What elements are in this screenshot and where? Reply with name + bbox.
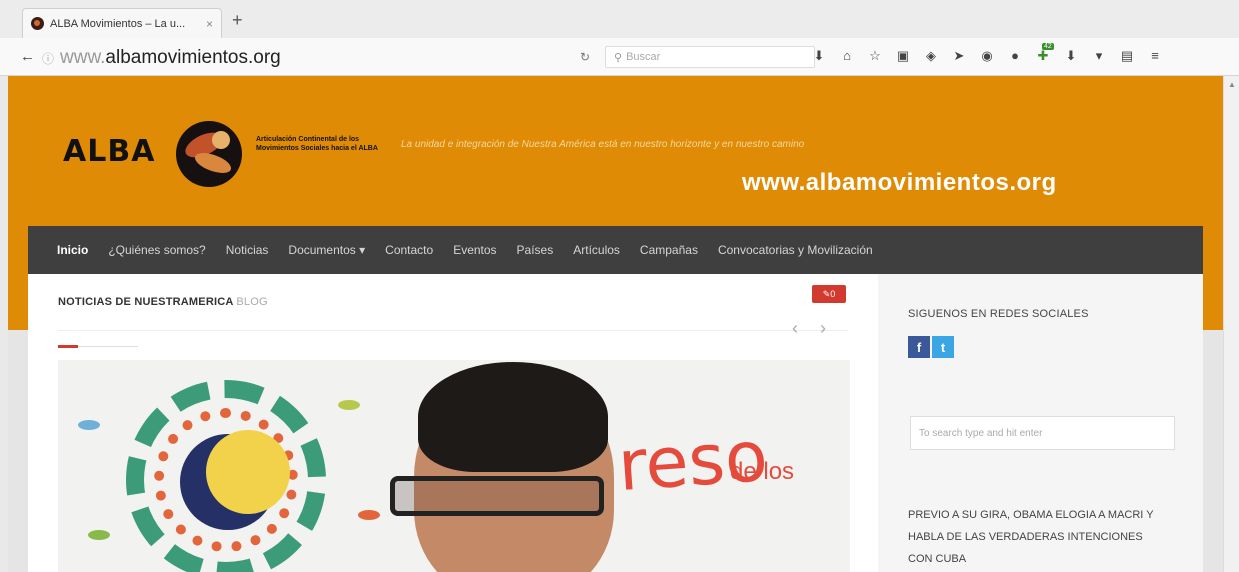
- download-icon[interactable]: ⬇: [812, 48, 826, 64]
- reload-icon[interactable]: ↻: [580, 50, 590, 64]
- main-content: NOTICIAS DE NUESTRAMERICA BLOG ‹ › reso: [28, 274, 878, 572]
- close-icon[interactable]: ×: [206, 17, 213, 31]
- sidebar-search-input[interactable]: To search type and hit enter: [910, 416, 1175, 450]
- sidebar-post-link[interactable]: PREVIO A SU GIRA, OBAMA ELOGIA A MACRI Y…: [908, 504, 1158, 570]
- comment-count: 0: [830, 289, 836, 299]
- leaf-graphic: [78, 420, 100, 430]
- title-accent-line: [78, 346, 138, 347]
- home-icon[interactable]: ⌂: [840, 48, 854, 64]
- scrollbar[interactable]: ▲: [1223, 76, 1239, 572]
- divider: [58, 330, 848, 331]
- tab-title: ALBA Movimientos – La u...: [50, 17, 186, 30]
- leaf-graphic: [338, 400, 360, 410]
- sun-graphic: [206, 430, 290, 514]
- section-title-suffix: BLOG: [236, 296, 268, 308]
- social-links: f t: [908, 336, 954, 358]
- menu-item-paises[interactable]: Países: [517, 243, 554, 257]
- hamburger-icon[interactable]: ≡: [1148, 48, 1162, 64]
- twitter-icon[interactable]: t: [932, 336, 954, 358]
- menu-item-documentos[interactable]: Documentos ▾: [288, 243, 365, 257]
- main-menu: Inicio ¿Quiénes somos? Noticias Document…: [28, 226, 1203, 274]
- leaf-graphic: [358, 510, 380, 520]
- url-domain: albamovimientos.org: [105, 47, 281, 68]
- reader-icon[interactable]: ▤: [1120, 48, 1134, 64]
- addon-badge: 42: [1042, 43, 1054, 50]
- ghostery-icon[interactable]: ◉: [980, 48, 994, 64]
- menu-item-inicio[interactable]: Inicio: [57, 243, 88, 257]
- person-glasses: [390, 476, 604, 516]
- url-bar[interactable]: ⓘ www. albamovimientos.org: [42, 46, 602, 70]
- toolbar-icons: ⬇ ⌂ ☆ ▣ ◈ ➤ ◉ ● ✚ 42 ⬇ ▾ ▤ ≡: [812, 43, 1162, 64]
- section-title-main: NOTICIAS DE NUESTRAMERICA: [58, 296, 234, 308]
- next-arrow-icon[interactable]: ›: [820, 318, 826, 339]
- follow-title: SIGUENOS EN REDES SOCIALES: [908, 308, 1089, 320]
- menu-item-convocatorias[interactable]: Convocatorias y Movilización: [718, 243, 873, 257]
- person-hair: [418, 362, 608, 472]
- search-icon: ⚲: [614, 51, 623, 64]
- scroll-up-icon[interactable]: ▲: [1228, 80, 1236, 89]
- section-title: NOTICIAS DE NUESTRAMERICA BLOG: [58, 296, 268, 308]
- sidebar: SIGUENOS EN REDES SOCIALES f t To search…: [878, 274, 1203, 572]
- send-icon[interactable]: ➤: [952, 48, 966, 64]
- back-button[interactable]: ←: [20, 48, 35, 65]
- menu-item-noticias[interactable]: Noticias: [226, 243, 269, 257]
- favicon-icon: [31, 17, 44, 30]
- leaf-graphic: [88, 530, 110, 540]
- banner-small-text: de los: [730, 458, 795, 485]
- clipboard-icon[interactable]: ▣: [896, 48, 910, 64]
- nav-bar: ← ⓘ www. albamovimientos.org ↻ ⚲ Buscar …: [0, 38, 1239, 76]
- url-prefix: www.: [60, 47, 106, 68]
- menu-item-contacto[interactable]: Contacto: [385, 243, 433, 257]
- search-input[interactable]: ⚲ Buscar: [605, 46, 815, 68]
- new-tab-button[interactable]: +: [232, 10, 243, 31]
- page-viewport: ALBA Articulación Continental de los Mov…: [8, 76, 1223, 572]
- search-placeholder: Buscar: [626, 51, 661, 63]
- menu-dropdown-icon[interactable]: ▾: [1092, 48, 1106, 64]
- download2-icon[interactable]: ⬇: [1064, 48, 1078, 64]
- logo-emblem-icon[interactable]: [176, 121, 242, 187]
- site-tagline: La unidad e integración de Nuestra Améri…: [401, 139, 805, 150]
- menu-item-eventos[interactable]: Eventos: [453, 243, 496, 257]
- featured-image[interactable]: reso de los: [58, 360, 850, 572]
- star-icon[interactable]: ☆: [868, 48, 882, 64]
- browser-window: ALBA Movimientos – La u... × + ← ⓘ www. …: [0, 0, 1239, 572]
- info-icon[interactable]: ⓘ: [42, 50, 54, 67]
- facebook-icon[interactable]: f: [908, 336, 930, 358]
- menu-item-quienes-somos[interactable]: ¿Quiénes somos?: [108, 243, 205, 257]
- comment-count-badge[interactable]: ✎ 0: [812, 285, 846, 303]
- site-logo[interactable]: ALBA: [63, 134, 155, 169]
- comment-icon: ✎: [822, 288, 831, 299]
- prev-arrow-icon[interactable]: ‹: [792, 318, 798, 339]
- chat-icon[interactable]: ●: [1008, 48, 1022, 64]
- overlay-url-caption: www.albamovimientos.org: [742, 169, 1057, 196]
- menu-item-campanas[interactable]: Campañas: [640, 243, 698, 257]
- slider-arrows: ‹ ›: [792, 318, 826, 339]
- menu-item-articulos[interactable]: Artículos: [573, 243, 620, 257]
- addon-icon[interactable]: ✚ 42: [1036, 43, 1054, 64]
- logo-subtitle: Articulación Continental de los Movimien…: [256, 136, 378, 152]
- sidebar-search-placeholder: To search type and hit enter: [919, 427, 1043, 439]
- title-accent: [58, 345, 78, 348]
- pocket-icon[interactable]: ◈: [924, 48, 938, 64]
- tab-alba[interactable]: ALBA Movimientos – La u... ×: [22, 8, 222, 38]
- tab-strip: ALBA Movimientos – La u... × +: [0, 0, 1239, 38]
